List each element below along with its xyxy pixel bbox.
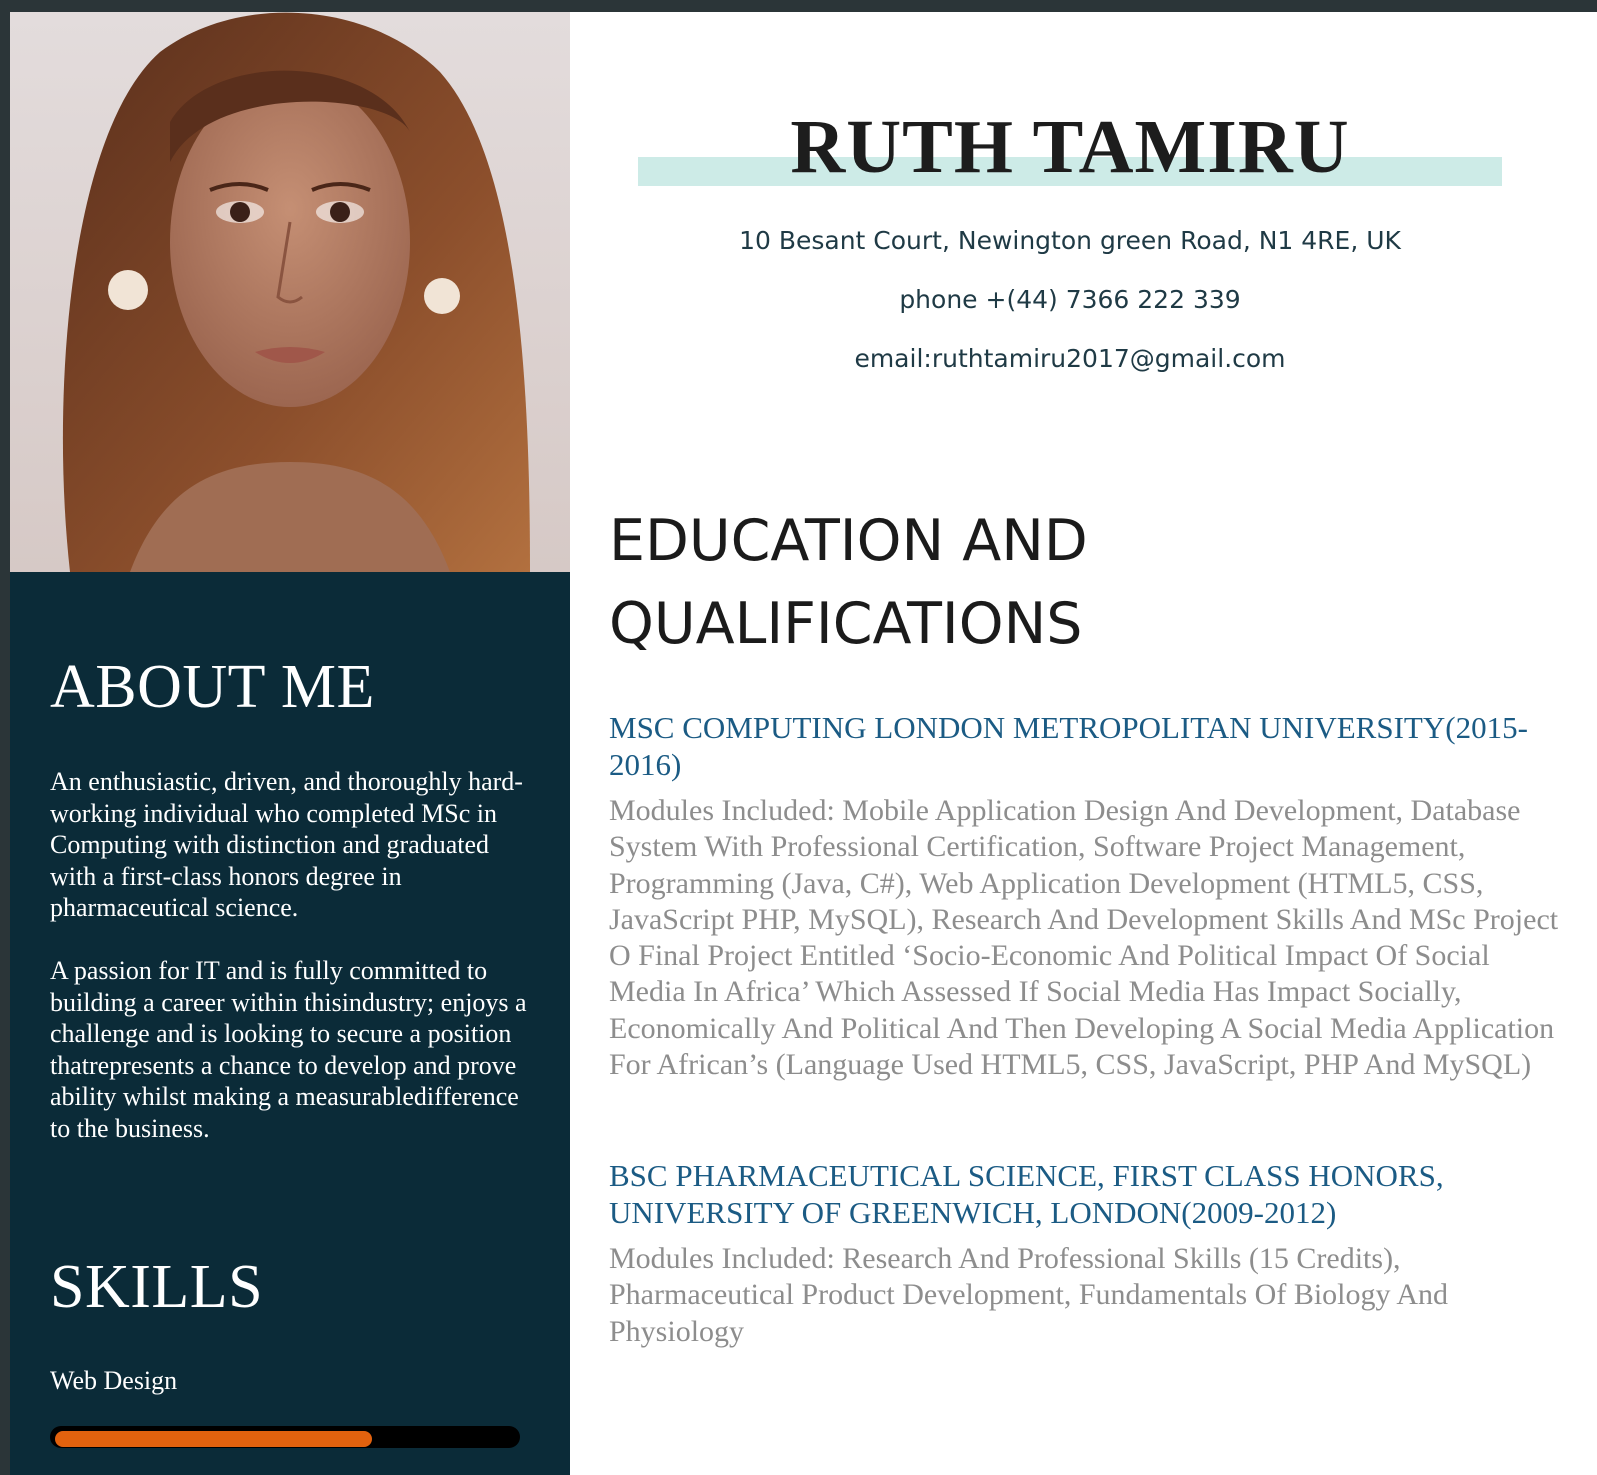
skill-progress-bar	[50, 1426, 520, 1448]
contact-address: 10 Besant Court, Newington green Road, N…	[739, 226, 1401, 255]
qualification-title: BSC PHARMACEUTICAL SCIENCE, FIRST CLASS …	[609, 1158, 1444, 1230]
sidebar: ABOUT ME An enthusiastic, driven, and th…	[10, 12, 570, 1475]
skill-label: Web Design	[50, 1366, 178, 1395]
qualification-title: MSC COMPUTING LONDON METROPOLITAN UNIVER…	[609, 710, 1528, 782]
skill-progress-fill	[55, 1431, 372, 1447]
contact-phone: phone +(44) 7366 222 339	[899, 285, 1241, 314]
resume-page: ABOUT ME An enthusiastic, driven, and th…	[10, 12, 1597, 1475]
portrait-illustration	[10, 12, 570, 572]
skills-heading: SKILLS	[50, 1253, 264, 1321]
contact-email: email:ruthtamiru2017@gmail.com	[854, 344, 1286, 373]
about-me-heading: ABOUT ME	[50, 653, 375, 721]
profile-photo	[10, 12, 570, 572]
education-heading: EDUCATION AND QUALIFICATIONS	[609, 508, 1088, 657]
qualification-item: MSC COMPUTING LONDON METROPOLITAN UNIVER…	[609, 710, 1559, 1083]
main-content: RUTH TAMIRU 10 Besant Court, Newington g…	[570, 12, 1597, 1475]
about-paragraph: An enthusiastic, driven, and thoroughly …	[50, 767, 523, 922]
qualification-modules: Modules Included: Mobile Application Des…	[609, 794, 1559, 1082]
qualification-item: BSC PHARMACEUTICAL SCIENCE, FIRST CLASS …	[609, 1158, 1559, 1350]
qualification-modules: Modules Included: Research And Professio…	[609, 1242, 1449, 1348]
about-paragraph: A passion for IT and is fully committed …	[50, 956, 527, 1143]
candidate-name: RUTH TAMIRU	[790, 105, 1350, 189]
